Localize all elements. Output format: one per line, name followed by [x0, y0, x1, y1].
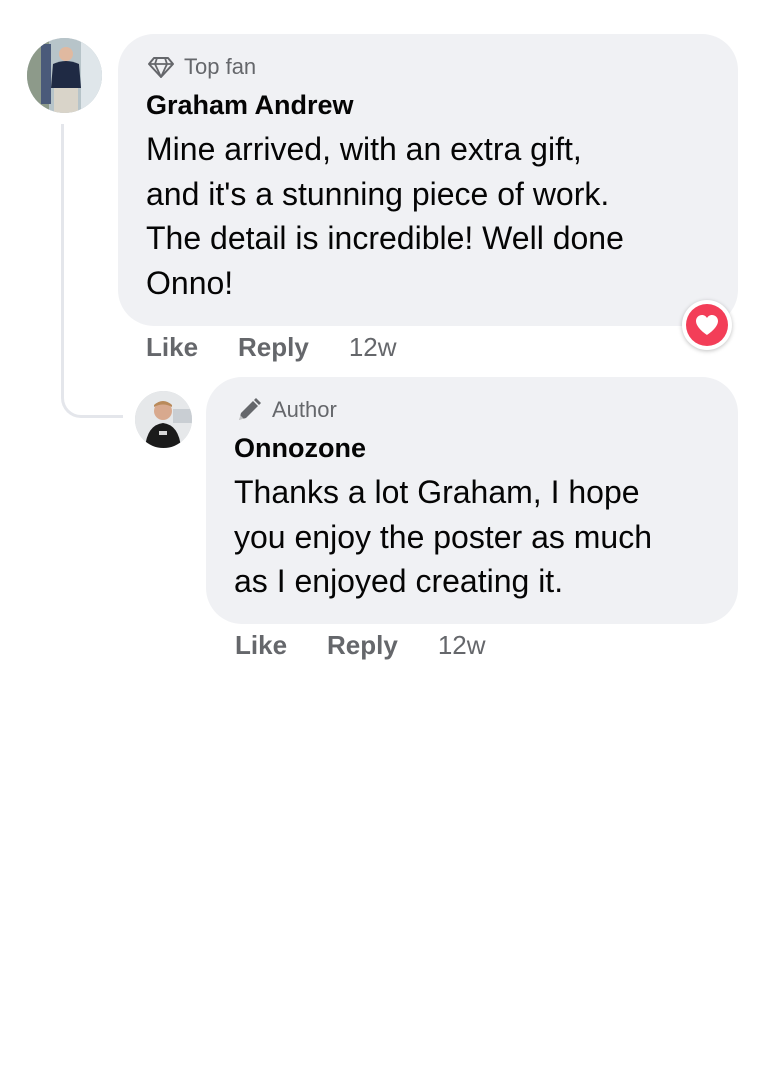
avatar-photo-graham	[27, 38, 102, 113]
comment-author-name[interactable]: Graham Andrew	[146, 89, 710, 121]
reaction-count-button[interactable]	[682, 300, 732, 350]
comment-text: Mine arrived, with an extra gift, and it…	[146, 131, 624, 301]
avatar[interactable]	[135, 391, 192, 448]
heart-reaction-icon	[696, 315, 718, 335]
diamond-icon	[146, 52, 176, 82]
reply-bubble: Author Onnozone Thanks a lot Graham, I h…	[206, 377, 738, 624]
like-button[interactable]: Like	[235, 630, 287, 661]
reply-actions: Like Reply 12w	[235, 628, 486, 662]
reply-text: Thanks a lot Graham, I hope you enjoy th…	[234, 474, 653, 599]
comment-timestamp[interactable]: 12w	[349, 332, 397, 363]
comment-actions: Like Reply 12w	[146, 330, 397, 364]
badge-label: Top fan	[184, 54, 257, 79]
pen-icon	[234, 395, 264, 425]
reply-button[interactable]: Reply	[327, 630, 398, 661]
like-button[interactable]: Like	[146, 332, 198, 363]
avatar[interactable]	[27, 38, 102, 113]
author-badge[interactable]: Author	[234, 395, 710, 425]
reply-author-name[interactable]: Onnozone	[234, 432, 710, 464]
badge-label: Author	[272, 397, 337, 422]
thread-connector-line	[61, 124, 123, 418]
reply-timestamp[interactable]: 12w	[438, 630, 486, 661]
top-fan-badge[interactable]: Top fan	[146, 52, 710, 82]
reply-button[interactable]: Reply	[238, 332, 309, 363]
comment-bubble: Top fan Graham Andrew Mine arrived, with…	[118, 34, 738, 326]
avatar-photo-onnozone	[135, 391, 192, 448]
